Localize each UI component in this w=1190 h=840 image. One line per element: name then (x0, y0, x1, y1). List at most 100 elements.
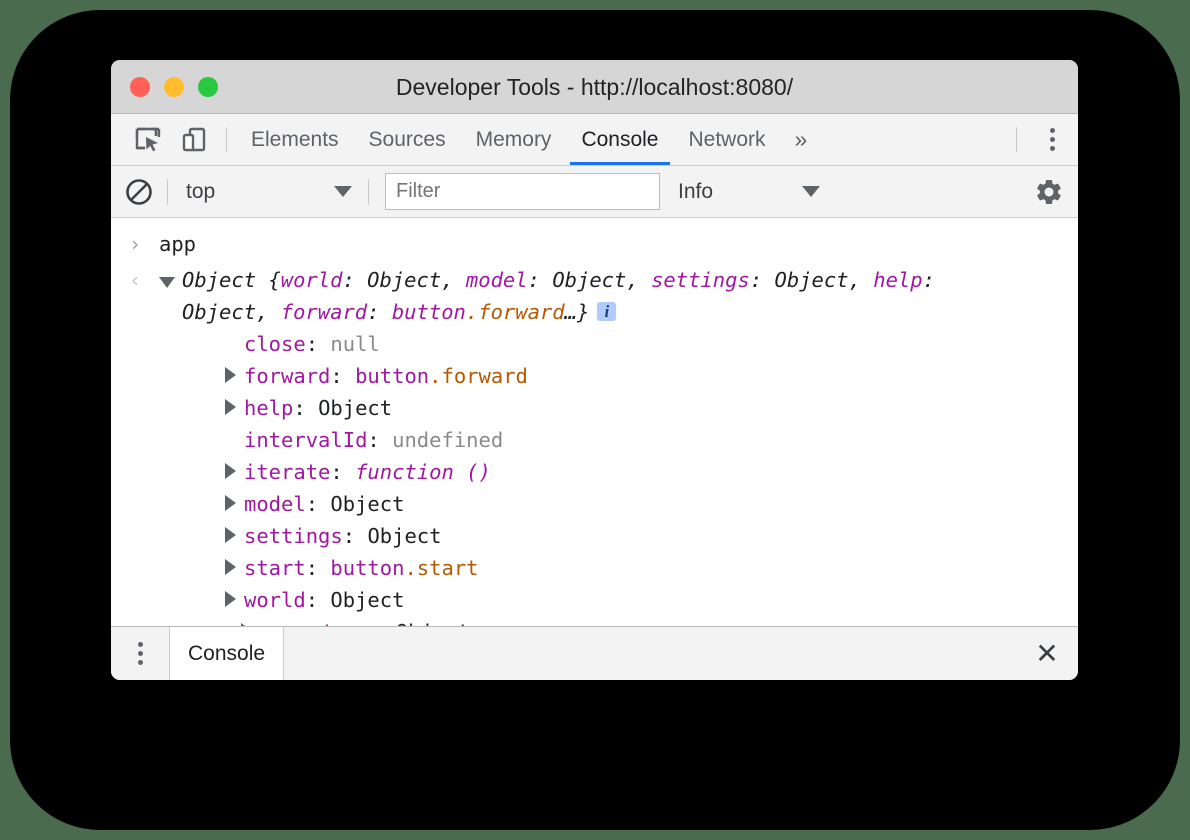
preview-value: Object (182, 300, 256, 324)
preview-colon: : (367, 300, 392, 324)
property-value-class: button (355, 364, 429, 388)
property-name: close (244, 332, 306, 356)
window-title: Developer Tools - http://localhost:8080/ (111, 74, 1078, 101)
object-property-row[interactable]: intervalId: undefined (159, 424, 1078, 456)
toolbar-divider (226, 127, 227, 152)
property-name: start (244, 556, 306, 580)
kebab-dots (1050, 128, 1055, 151)
property-value: undefined (392, 428, 503, 452)
preview-value: Object (775, 268, 849, 292)
preview-colon: : (923, 268, 935, 292)
preview-key: world (281, 268, 343, 292)
preview-sep: , (441, 268, 466, 292)
object-property-list: close: nullforward: button.forwardhelp: … (159, 328, 1078, 626)
console-output[interactable]: › app ‹ Object {world: Object, model: Ob… (111, 218, 1078, 626)
output-result-icon: ‹ (129, 264, 159, 296)
object-property-row[interactable]: world: Object (159, 584, 1078, 616)
property-colon: : (306, 588, 331, 612)
console-toolbar: top Info (111, 166, 1078, 218)
object-preview-header[interactable]: Object {world: Object, model: Object, se… (159, 264, 1078, 328)
title-bar: Developer Tools - http://localhost:8080/ (111, 60, 1078, 114)
tab-overflow-icon[interactable]: » (781, 114, 822, 165)
property-name: forward (244, 364, 330, 388)
property-value: function () (355, 460, 491, 484)
tab-memory[interactable]: Memory (461, 114, 567, 165)
expand-triangle-right-icon[interactable] (225, 591, 236, 607)
tabbar-spacer (821, 114, 1007, 165)
preview-key: forward (281, 300, 367, 324)
object-property-row[interactable]: forward: button.forward (159, 360, 1078, 392)
preview-colon: : (342, 268, 367, 292)
chevron-down-icon (334, 186, 352, 197)
property-value: Object (367, 524, 441, 548)
drawer-kebab-menu-icon[interactable] (111, 627, 169, 680)
tab-elements[interactable]: Elements (236, 114, 354, 165)
property-value: Object (330, 588, 404, 612)
tab-sources[interactable]: Sources (354, 114, 461, 165)
property-name: model (244, 492, 306, 516)
property-colon: : (306, 332, 331, 356)
property-colon: : (371, 620, 396, 626)
devtools-drawer: Console ✕ (111, 626, 1078, 680)
property-colon: : (306, 556, 331, 580)
property-name: world (244, 588, 306, 612)
drawer-spacer (284, 627, 1016, 680)
close-icon[interactable]: ✕ (1016, 627, 1078, 680)
expand-triangle-right-icon[interactable] (225, 495, 236, 511)
device-toolbar-icon[interactable] (171, 114, 217, 165)
expand-triangle-right-icon[interactable] (241, 623, 252, 626)
object-property-row[interactable]: start: button.start (159, 552, 1078, 584)
expand-triangle-down-icon[interactable] (159, 277, 175, 288)
property-value-method: .forward (429, 364, 528, 388)
object-property-row[interactable]: close: null (159, 328, 1078, 360)
property-colon: : (293, 396, 318, 420)
kebab-menu-icon[interactable] (1026, 114, 1078, 165)
input-prompt-icon: › (129, 228, 159, 260)
property-colon: : (367, 428, 392, 452)
preview-key: model (466, 268, 528, 292)
property-value: Object (330, 492, 404, 516)
expand-triangle-right-icon[interactable] (225, 399, 236, 415)
preview-method: .forward (466, 300, 565, 324)
toolbar-divider-right (1016, 127, 1017, 152)
info-badge-icon[interactable]: i (597, 302, 616, 321)
object-preview-text: Object {world: Object, model: Object, se… (182, 264, 1012, 328)
toolbar-divider-2 (368, 179, 369, 205)
property-name: help (244, 396, 293, 420)
object-property-row[interactable]: __proto__: Object (159, 616, 1078, 626)
property-name: iterate (244, 460, 330, 484)
expand-triangle-right-icon[interactable] (225, 367, 236, 383)
gear-icon[interactable] (1020, 177, 1078, 207)
object-property-row[interactable]: model: Object (159, 488, 1078, 520)
preview-colon: : (528, 268, 553, 292)
property-value: null (330, 332, 379, 356)
property-colon: : (330, 364, 355, 388)
property-name: __proto__ (260, 620, 371, 626)
log-level-select[interactable]: Info (672, 166, 832, 217)
drawer-tab-console[interactable]: Console (169, 627, 284, 680)
property-value: Object (318, 396, 392, 420)
property-colon: : (343, 524, 368, 548)
object-property-row[interactable]: iterate: function () (159, 456, 1078, 488)
preview-key: settings (651, 268, 750, 292)
object-property-row[interactable]: settings: Object (159, 520, 1078, 552)
tab-network[interactable]: Network (674, 114, 781, 165)
expand-triangle-right-icon[interactable] (225, 559, 236, 575)
filter-input[interactable] (385, 173, 660, 210)
object-property-row[interactable]: help: Object (159, 392, 1078, 424)
property-colon: : (330, 460, 355, 484)
inspect-element-icon[interactable] (125, 114, 171, 165)
console-result-row: ‹ Object {world: Object, model: Object, … (111, 264, 1078, 626)
expand-triangle-right-icon[interactable] (225, 527, 236, 543)
devtools-window: Developer Tools - http://localhost:8080/… (111, 60, 1078, 680)
preview-value: Object (552, 268, 626, 292)
console-input-row: › app (111, 228, 1078, 260)
execution-context-select[interactable]: top (168, 166, 368, 217)
object-preview-prefix: Object { (182, 268, 281, 292)
clear-console-icon[interactable] (111, 177, 167, 207)
preview-class: button (392, 300, 466, 324)
chevron-down-icon (802, 186, 820, 197)
tab-console[interactable]: Console (566, 114, 673, 165)
property-value: Object (396, 620, 470, 626)
expand-triangle-right-icon[interactable] (225, 463, 236, 479)
